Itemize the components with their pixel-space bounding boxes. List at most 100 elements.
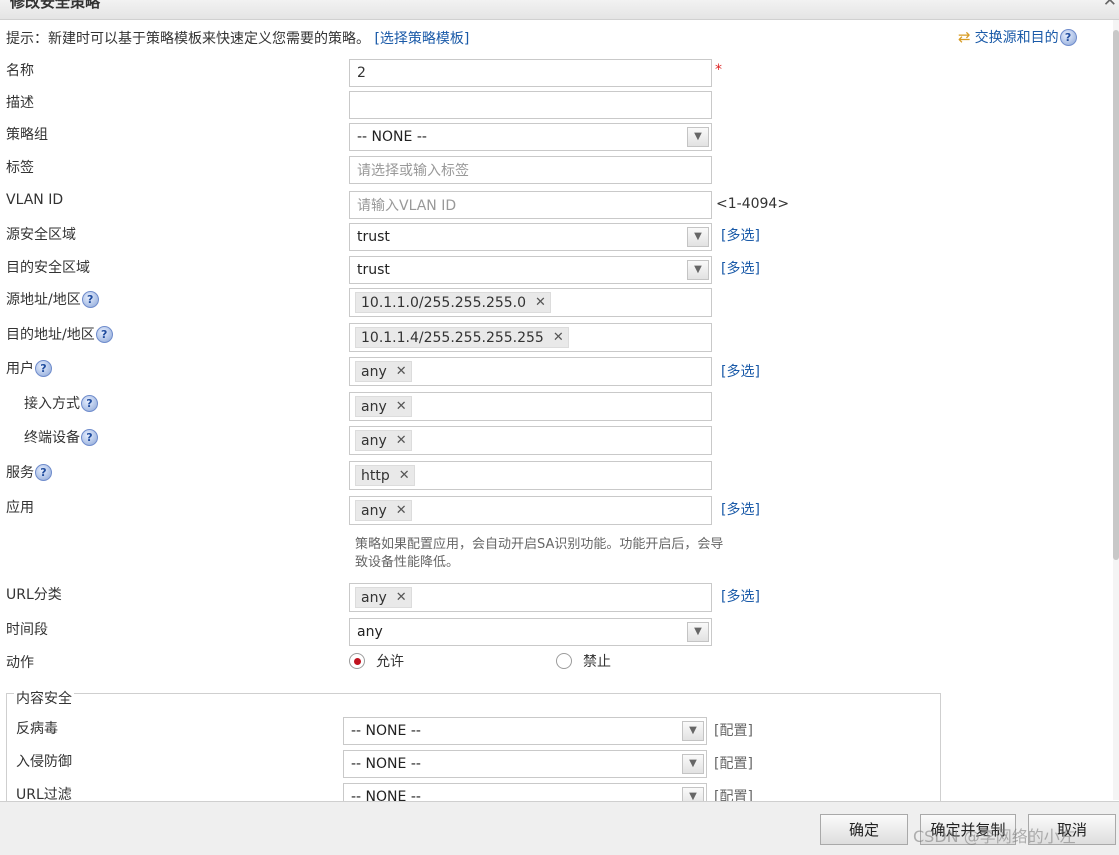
- ok-button[interactable]: 确定: [820, 814, 908, 845]
- time-range-value: any: [357, 624, 383, 640]
- vlan-input[interactable]: 请输入VLAN ID: [349, 191, 712, 219]
- chevron-down-icon[interactable]: ▼: [682, 721, 704, 741]
- tag-input[interactable]: 请选择或输入标签: [349, 156, 712, 184]
- remove-icon[interactable]: ✕: [396, 503, 407, 518]
- url-filter-select[interactable]: -- NONE -- ▼: [343, 783, 707, 801]
- service-tagbox[interactable]: http ✕: [349, 461, 712, 490]
- remove-icon[interactable]: ✕: [399, 468, 410, 483]
- swap-label: 交换源和目的: [974, 30, 1059, 46]
- antivirus-config-link[interactable]: [配置]: [714, 720, 753, 740]
- url-category-tagbox[interactable]: any ✕: [349, 583, 712, 612]
- access-mode-tag-text: any: [361, 398, 387, 415]
- url-filter-value: -- NONE --: [351, 789, 421, 801]
- src-zone-multi-link[interactable]: [多选]: [721, 225, 760, 245]
- user-multi-link[interactable]: [多选]: [721, 361, 760, 381]
- policy-group-select[interactable]: -- NONE -- ▼: [349, 123, 712, 151]
- name-input[interactable]: 2: [349, 59, 712, 87]
- url-filter-config-link[interactable]: [配置]: [714, 786, 753, 801]
- antivirus-select[interactable]: -- NONE -- ▼: [343, 717, 707, 745]
- help-icon[interactable]: ?: [35, 359, 52, 377]
- access-mode-tag: any ✕: [355, 396, 412, 417]
- action-deny-label: 禁止: [583, 654, 611, 670]
- chevron-down-icon[interactable]: ▼: [682, 754, 704, 774]
- dst-zone-select[interactable]: trust ▼: [349, 256, 712, 284]
- service-tag: http ✕: [355, 465, 415, 486]
- terminal-tagbox[interactable]: any ✕: [349, 426, 712, 455]
- remove-icon[interactable]: ✕: [396, 364, 407, 379]
- vlan-range: <1-4094>: [716, 196, 790, 212]
- dst-zone-multi-link[interactable]: [多选]: [721, 258, 760, 278]
- name-label: 名称: [6, 63, 34, 79]
- remove-icon[interactable]: ✕: [535, 295, 546, 310]
- user-tagbox[interactable]: any ✕: [349, 357, 712, 386]
- dst-addr-tag: 10.1.1.4/255.255.255.255 ✕: [355, 327, 569, 348]
- remove-icon[interactable]: ✕: [396, 433, 407, 448]
- dst-addr-tagbox[interactable]: 10.1.1.4/255.255.255.255 ✕: [349, 323, 712, 352]
- scrollbar-thumb[interactable]: [1113, 30, 1119, 560]
- access-mode-label-text: 接入方式: [24, 396, 80, 412]
- chevron-down-icon[interactable]: ▼: [687, 127, 709, 147]
- ips-select[interactable]: -- NONE -- ▼: [343, 750, 707, 778]
- dialog-footer: 确定 确定并复制 取消 CSDN @李网络的小左: [0, 801, 1119, 855]
- action-label: 动作: [6, 655, 34, 671]
- help-icon[interactable]: ?: [1059, 28, 1077, 46]
- swap-src-dst-link[interactable]: ⇄ 交换源和目的 ?: [958, 27, 1077, 47]
- required-mark: *: [715, 62, 722, 78]
- access-mode-tagbox[interactable]: any ✕: [349, 392, 712, 421]
- application-tag: any ✕: [355, 500, 412, 521]
- url-category-multi-link[interactable]: [多选]: [721, 586, 760, 606]
- dst-zone-value: trust: [357, 262, 390, 278]
- time-range-select[interactable]: any ▼: [349, 618, 712, 646]
- action-allow-radio[interactable]: 允许: [349, 651, 404, 671]
- scrollbar[interactable]: [1113, 20, 1119, 800]
- url-category-tag: any ✕: [355, 587, 412, 608]
- dialog-content: 提示：新建时可以基于策略模板来快速定义您需要的策略。 [选择策略模板] ⇄ 交换…: [0, 20, 1119, 801]
- chevron-down-icon[interactable]: ▼: [682, 787, 704, 801]
- radio-selected-icon: [349, 653, 365, 669]
- ok-copy-button[interactable]: 确定并复制: [920, 814, 1016, 845]
- tag-label: 标签: [6, 160, 34, 176]
- terminal-tag: any ✕: [355, 430, 412, 451]
- hint-row: 提示：新建时可以基于策略模板来快速定义您需要的策略。 [选择策略模板]: [6, 28, 469, 48]
- ips-config-link[interactable]: [配置]: [714, 753, 753, 773]
- remove-icon[interactable]: ✕: [553, 330, 564, 345]
- chevron-down-icon[interactable]: ▼: [687, 622, 709, 642]
- remove-icon[interactable]: ✕: [396, 399, 407, 414]
- action-deny-radio[interactable]: 禁止: [556, 651, 611, 671]
- src-addr-tagbox[interactable]: 10.1.1.0/255.255.255.0 ✕: [349, 288, 712, 317]
- select-template-link[interactable]: [选择策略模板]: [374, 31, 469, 47]
- src-zone-select[interactable]: trust ▼: [349, 223, 712, 251]
- src-addr-label-text: 源地址/地区: [6, 292, 81, 308]
- help-icon[interactable]: ?: [35, 463, 52, 481]
- description-input[interactable]: [349, 91, 712, 119]
- dst-addr-label: 目的地址/地区 ?: [6, 324, 113, 344]
- swap-icon: ⇄: [958, 28, 971, 46]
- description-label: 描述: [6, 95, 34, 111]
- cancel-button[interactable]: 取消: [1028, 814, 1116, 845]
- url-category-label: URL分类: [6, 587, 62, 603]
- policy-group-label: 策略组: [6, 127, 48, 143]
- help-icon[interactable]: ?: [81, 394, 98, 412]
- url-category-tag-text: any: [361, 589, 387, 606]
- chevron-down-icon[interactable]: ▼: [687, 227, 709, 247]
- help-icon[interactable]: ?: [95, 325, 113, 343]
- service-label: 服务 ?: [6, 462, 52, 482]
- user-label: 用户 ?: [6, 358, 52, 378]
- application-multi-link[interactable]: [多选]: [721, 499, 760, 519]
- close-icon[interactable]: ✕: [1103, 0, 1117, 11]
- application-label: 应用: [6, 500, 34, 516]
- dst-addr-tag-text: 10.1.1.4/255.255.255.255: [361, 329, 544, 346]
- help-icon[interactable]: ?: [81, 290, 99, 308]
- service-label-text: 服务: [6, 465, 34, 481]
- remove-icon[interactable]: ✕: [396, 590, 407, 605]
- service-tag-text: http: [361, 467, 390, 484]
- src-zone-label: 源安全区域: [6, 227, 76, 243]
- chevron-down-icon[interactable]: ▼: [687, 260, 709, 280]
- ips-label: 入侵防御: [16, 754, 72, 770]
- antivirus-label: 反病毒: [16, 721, 58, 737]
- application-tagbox[interactable]: any ✕: [349, 496, 712, 525]
- src-zone-value: trust: [357, 229, 390, 245]
- help-icon[interactable]: ?: [81, 428, 98, 446]
- application-tag-text: any: [361, 502, 387, 519]
- action-allow-label: 允许: [376, 654, 404, 670]
